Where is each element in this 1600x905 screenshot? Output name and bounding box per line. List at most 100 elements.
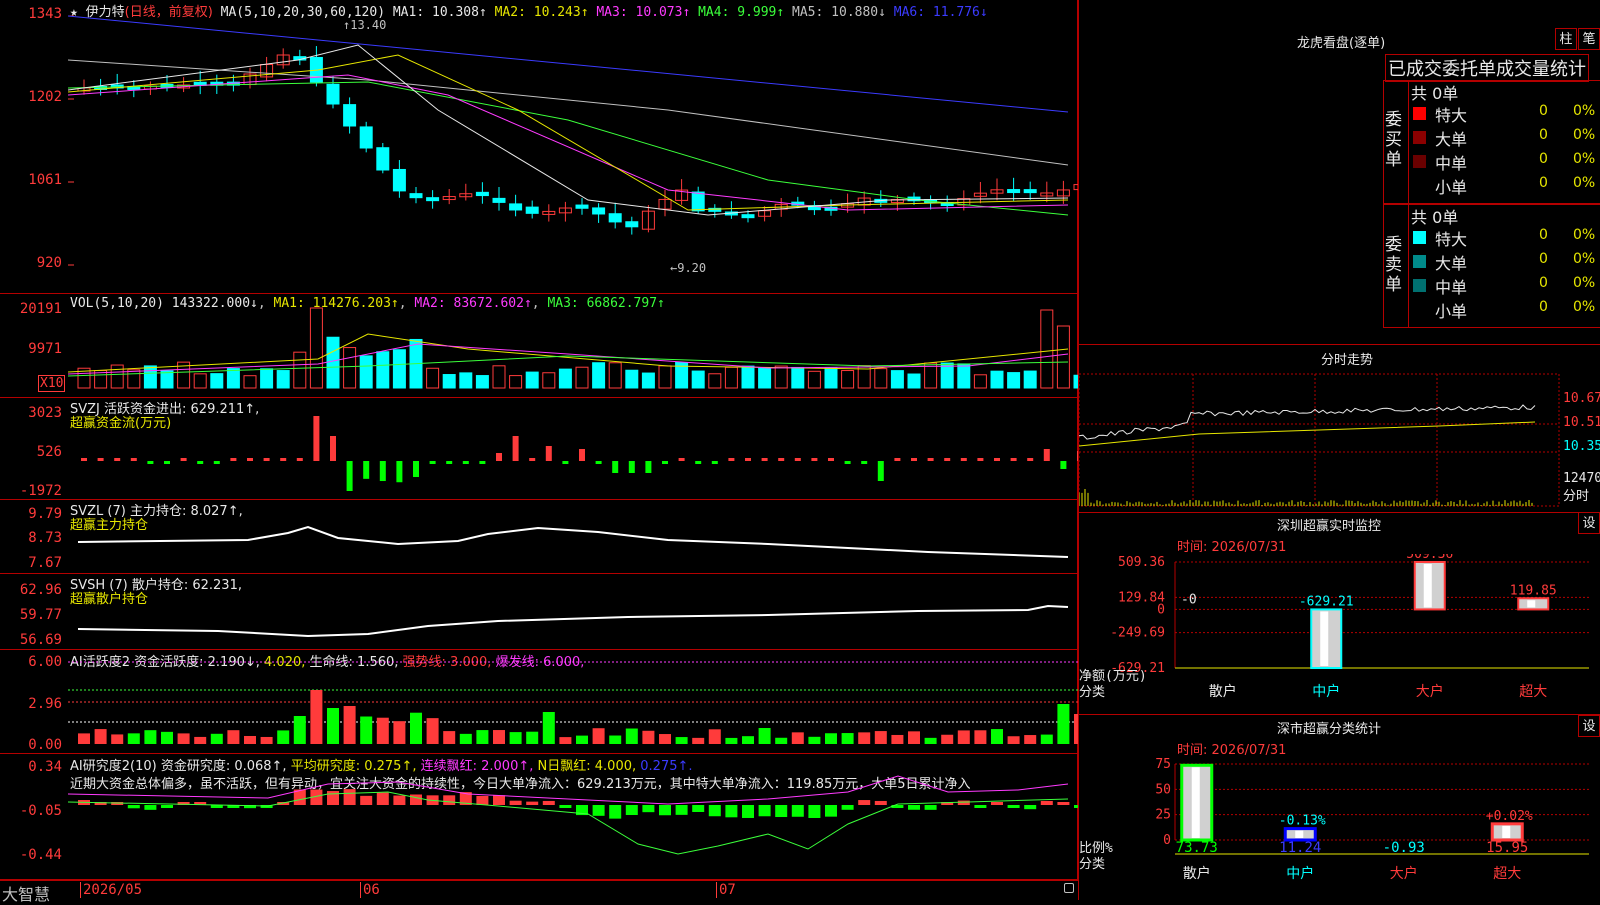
flow-bar	[861, 461, 868, 464]
activity-bar	[360, 716, 373, 744]
date-label-2: 06	[360, 882, 380, 898]
sz-monitor-settings-button[interactable]: 设	[1578, 512, 1600, 534]
volume-bar	[525, 371, 539, 389]
volume-bar	[1056, 325, 1070, 389]
flow-bar	[678, 458, 685, 461]
sz-stats-settings-button[interactable]: 设	[1578, 715, 1600, 737]
buy-row-label: 中单	[1435, 154, 1468, 173]
sz-monitor-bar	[1517, 597, 1550, 611]
flow-bar	[263, 458, 270, 461]
research-green-line	[68, 791, 1069, 855]
activity-bar	[509, 732, 522, 744]
activity-bar	[941, 734, 954, 744]
volume-bar	[575, 366, 589, 389]
ai-research-canvas[interactable]	[68, 754, 1078, 880]
buy-row-pct: 0%	[1573, 103, 1596, 119]
stats-tabs[interactable]: 已成交委托单成交量统计	[1385, 54, 1589, 82]
flow-bar	[778, 458, 785, 461]
activity-bar	[144, 730, 157, 744]
ai-activity-canvas[interactable]	[68, 650, 1078, 754]
sell-row-label: 特大	[1435, 230, 1468, 249]
flow-bar	[97, 458, 104, 461]
legend-swatch	[1413, 231, 1426, 244]
buy-total: 共 0单	[1411, 84, 1459, 103]
sz-stats-value: 73.73	[1176, 840, 1218, 856]
activity-bar	[376, 717, 389, 744]
activity-bar	[625, 728, 638, 744]
sell-row-pct: 0%	[1573, 299, 1596, 315]
flow-bar	[811, 458, 818, 461]
activity-bar	[327, 708, 339, 744]
activity-bar	[310, 690, 323, 744]
y-label-kline-1: 1343	[28, 6, 62, 22]
candle	[1023, 189, 1037, 194]
flow-bar	[114, 458, 121, 461]
research-bar	[625, 805, 638, 816]
research-bar	[659, 805, 671, 816]
sell-row-pct: 0%	[1573, 227, 1596, 243]
svzj-canvas[interactable]	[68, 398, 1078, 500]
research-bar	[957, 800, 970, 805]
activity-bar	[592, 728, 605, 744]
lock-icon[interactable]	[1064, 883, 1074, 893]
flow-bar	[429, 461, 436, 464]
low-annotation: ←9.20	[670, 261, 706, 275]
sz-monitor-category: 中户	[1312, 683, 1340, 700]
ma-line-3	[68, 81, 1069, 216]
volume-bar	[592, 362, 606, 389]
bar-mode-button[interactable]: 柱	[1555, 28, 1577, 50]
buy-row-count: 0	[1539, 151, 1548, 167]
research-bar	[161, 805, 173, 808]
left-chart-area[interactable]: ★ 伊力特(日线，前复权) MA(5,10,20,30,60,120) MA1:…	[0, 0, 1078, 904]
svsh-canvas[interactable]	[68, 574, 1078, 650]
date-axis[interactable]: 大智慧 2026/05 06 07	[0, 880, 1078, 904]
volume-bar	[641, 372, 655, 389]
research-bar	[742, 805, 754, 818]
pen-mode-button[interactable]: 笔	[1578, 28, 1600, 50]
activity-bar	[808, 736, 821, 744]
activity-bar	[908, 731, 920, 744]
sz-monitor-axis-foot: 分类	[1079, 685, 1105, 700]
volume-bar	[193, 373, 207, 389]
sz-stats-value: -0.93	[1383, 840, 1425, 856]
dragon-tiger-title: 龙虎看盘(逐单)	[1297, 36, 1386, 51]
activity-bar	[78, 733, 90, 744]
flow-bar	[180, 458, 187, 461]
research-bar	[692, 805, 705, 812]
volume-bar	[442, 374, 456, 389]
flow-bar	[745, 458, 751, 461]
sz-monitor-bar	[1413, 561, 1446, 611]
svzl-canvas[interactable]	[68, 500, 1078, 574]
intraday-vol-label: 12470	[1563, 471, 1600, 486]
flow-bar	[579, 449, 585, 461]
sz-monitor-bar	[1310, 608, 1343, 669]
sz-stats-axis-title: 比例%	[1079, 841, 1113, 856]
volume-bar	[824, 367, 838, 389]
research-bar	[592, 805, 605, 816]
kline-canvas[interactable]: ↑13.40 ←9.20	[68, 0, 1078, 294]
flow-bar	[363, 461, 370, 479]
sz-monitor-axis-title: 净额(万元)	[1079, 669, 1147, 684]
research-bar	[775, 805, 788, 818]
y-label-svzj-3: -1972	[19, 483, 62, 499]
y-label-svzl-3: 7.67	[28, 555, 62, 571]
sell-side-label: 委卖单	[1385, 235, 1402, 295]
sz-stats-category: 散户	[1183, 865, 1211, 882]
intraday-canvas[interactable]: 10.67 10.51 10.35 12470 分时	[1079, 368, 1600, 512]
flow-bar	[612, 461, 619, 473]
sz-monitor-category: 散户	[1209, 683, 1237, 700]
flow-bar	[711, 461, 718, 464]
research-bar	[1024, 805, 1037, 810]
flow-bar	[927, 458, 934, 461]
sz-monitor-category: 大户	[1416, 683, 1444, 700]
candle	[326, 83, 340, 105]
volume-canvas[interactable]	[68, 294, 1078, 398]
sell-row-label: 大单	[1435, 254, 1468, 273]
flow-bar	[844, 461, 851, 464]
research-bar	[509, 800, 522, 805]
volume-bar	[359, 355, 373, 389]
volume-bar	[243, 375, 257, 389]
flow-bar	[230, 458, 237, 461]
candle	[343, 104, 357, 127]
sz-monitor-zero-note: -0	[1181, 592, 1197, 607]
